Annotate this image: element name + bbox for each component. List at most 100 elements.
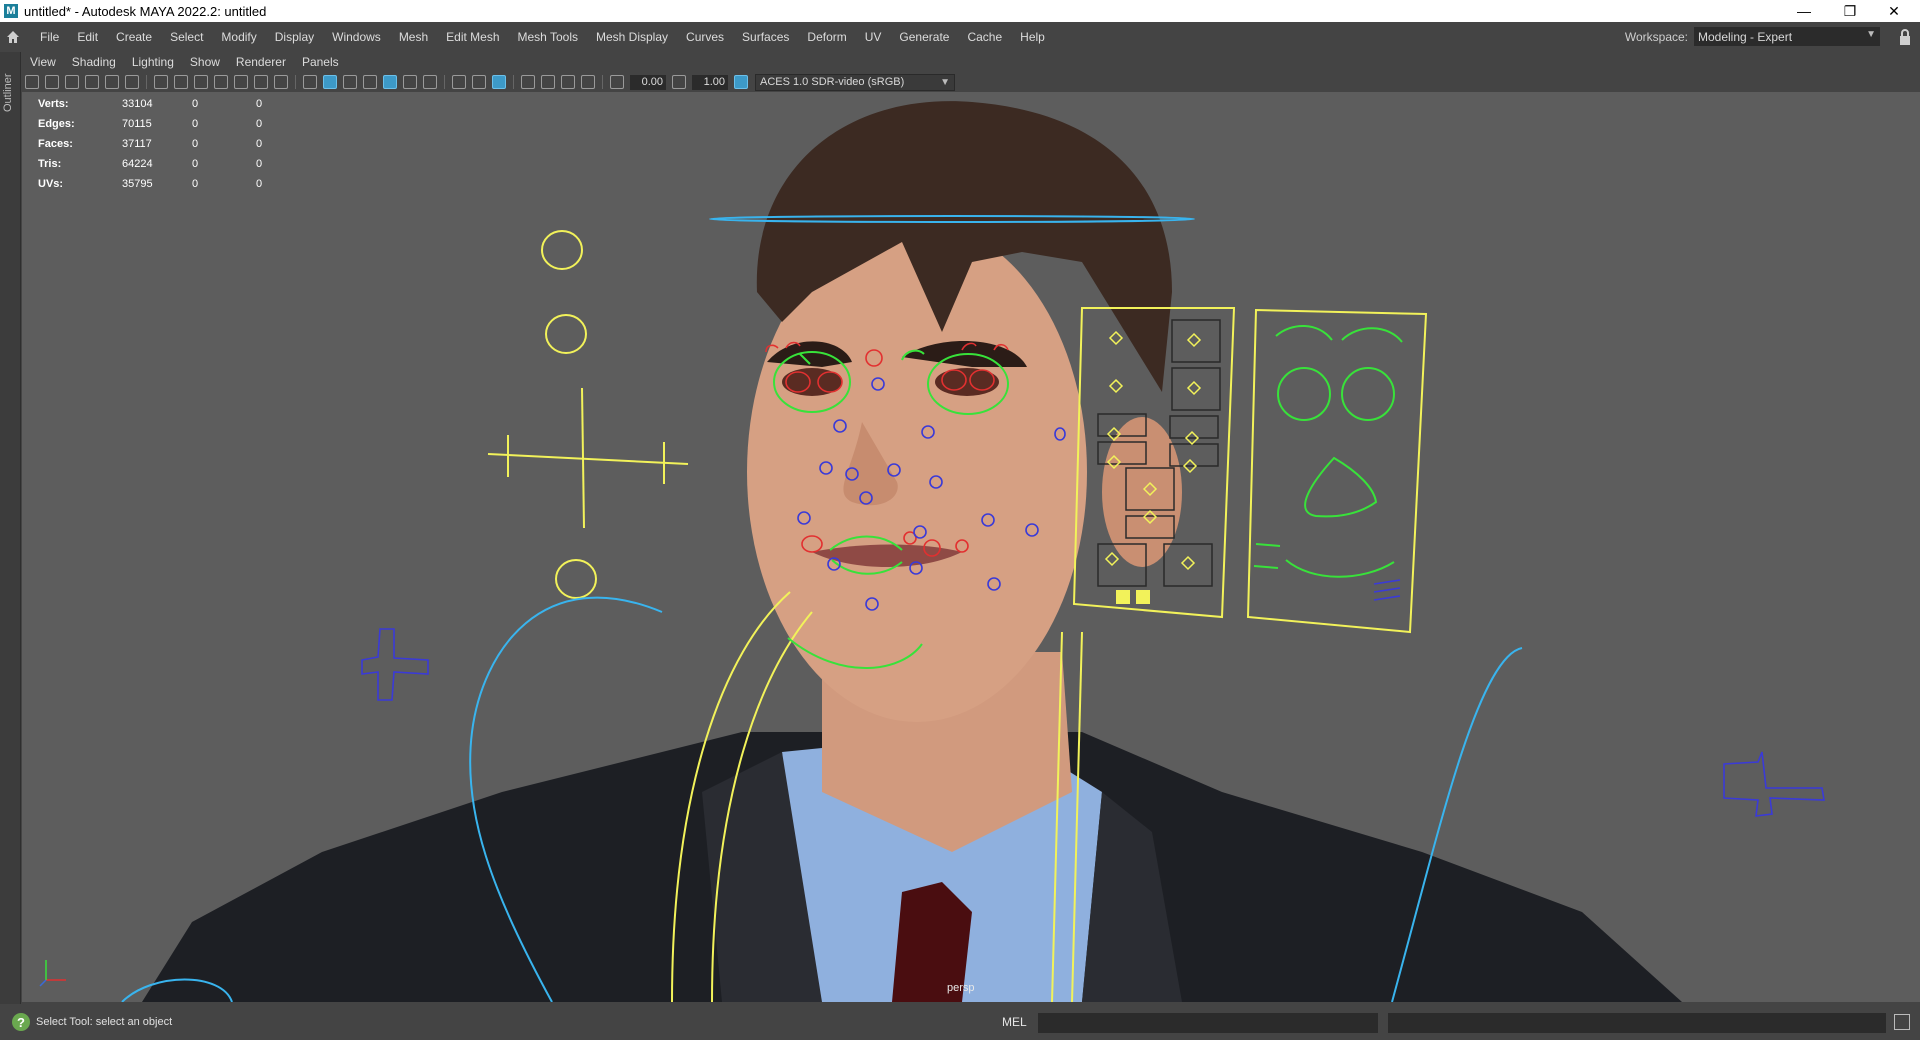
wireframe-on-shaded-icon[interactable] [363, 75, 377, 89]
help-question-icon: ? [12, 1013, 30, 1031]
face-gui-toggle-a [1116, 590, 1130, 604]
safe-action-icon[interactable] [254, 75, 268, 89]
textured-icon[interactable] [383, 75, 397, 89]
menu-uv[interactable]: UV [857, 22, 892, 52]
menu-surfaces[interactable]: Surfaces [734, 22, 799, 52]
xray-icon[interactable] [541, 75, 555, 89]
menu-display[interactable]: Display [267, 22, 324, 52]
panel-menu-shading[interactable]: Shading [64, 52, 124, 72]
minimize-icon[interactable]: — [1782, 0, 1826, 22]
menu-cache[interactable]: Cache [959, 22, 1012, 52]
view-axis-icon [39, 960, 66, 987]
menu-help[interactable]: Help [1012, 22, 1055, 52]
select-camera-icon[interactable] [25, 75, 39, 89]
wireframe-icon[interactable] [303, 75, 317, 89]
panel-menu-renderer[interactable]: Renderer [228, 52, 294, 72]
menu-generate[interactable]: Generate [891, 22, 959, 52]
xray-joints-icon[interactable] [561, 75, 575, 89]
two-d-pan-icon[interactable] [105, 75, 119, 89]
screen-space-ao-icon[interactable] [452, 75, 466, 89]
poly-count-hud: Verts: 33104 0 0 Edges: 70115 0 0 Faces:… [38, 94, 296, 194]
hud-value: 0 [256, 178, 263, 190]
menu-deform[interactable]: Deform [799, 22, 856, 52]
menu-create[interactable]: Create [108, 22, 162, 52]
chevron-down-icon: ▼ [1866, 29, 1876, 40]
menu-modify[interactable]: Modify [213, 22, 266, 52]
command-result-field [1388, 1013, 1886, 1033]
command-language-toggle[interactable]: MEL [1002, 1015, 1027, 1029]
menu-select[interactable]: Select [162, 22, 213, 52]
camera-attributes-icon[interactable] [45, 75, 59, 89]
camera-name-label: persp [947, 982, 975, 994]
field-chart-icon[interactable] [234, 75, 248, 89]
window-title: untitled* - Autodesk MAYA 2022.2: untitl… [24, 3, 267, 19]
script-editor-icon[interactable] [1894, 1014, 1910, 1030]
workspace-selector: Workspace: Modeling - Expert ▼ [1625, 27, 1880, 46]
outliner-strip[interactable]: Outliner [0, 52, 21, 1004]
xray-components-icon[interactable] [581, 75, 595, 89]
panel-menubar: View Shading Lighting Show Renderer Pane… [22, 52, 1920, 72]
panel-menu-lighting[interactable]: Lighting [124, 52, 182, 72]
safe-title-icon[interactable] [274, 75, 288, 89]
hud-row-verts: Verts: 33104 0 0 [38, 94, 296, 114]
panel-menu-show[interactable]: Show [182, 52, 228, 72]
gamma-icon[interactable] [672, 75, 686, 89]
panel-menu-view[interactable]: View [22, 52, 64, 72]
isolate-select-icon[interactable] [521, 75, 535, 89]
hud-row-uvs: UVs: 35795 0 0 [38, 174, 296, 194]
toolbar-divider [146, 75, 147, 89]
toolbar-divider [444, 75, 445, 89]
hud-label: Verts: [38, 98, 69, 110]
color-space-dropdown[interactable]: ACES 1.0 SDR-video (sRGB) ▼ [755, 73, 955, 91]
outliner-tab-label[interactable]: Outliner [2, 73, 14, 112]
hud-value: 33104 [122, 98, 153, 110]
smooth-shade-icon[interactable] [323, 75, 337, 89]
menu-mesh-tools[interactable]: Mesh Tools [510, 22, 588, 52]
hud-value: 0 [256, 98, 263, 110]
shadows-icon[interactable] [423, 75, 437, 89]
panel-menu-panels[interactable]: Panels [294, 52, 347, 72]
main-menubar: File Edit Create Select Modify Display W… [0, 22, 1920, 52]
hud-value: 35795 [122, 178, 153, 190]
menu-edit-mesh[interactable]: Edit Mesh [438, 22, 509, 52]
menu-file[interactable]: File [32, 22, 69, 52]
menu-curves[interactable]: Curves [678, 22, 734, 52]
hud-value: 0 [192, 158, 199, 170]
toolbar-divider [602, 75, 603, 89]
image-plane-icon[interactable] [85, 75, 99, 89]
grease-pencil-icon[interactable] [125, 75, 139, 89]
toolbar-divider [513, 75, 514, 89]
grid-icon[interactable] [154, 75, 168, 89]
workspace-dropdown[interactable]: Modeling - Expert ▼ [1694, 27, 1880, 46]
gamma-field[interactable]: 1.00 [692, 74, 728, 90]
hud-value: 37117 [122, 138, 152, 150]
default-material-icon[interactable] [343, 75, 357, 89]
film-gate-icon[interactable] [174, 75, 188, 89]
color-management-icon[interactable] [734, 75, 748, 89]
help-line-text: Select Tool: select an object [36, 1016, 173, 1028]
menu-windows[interactable]: Windows [324, 22, 391, 52]
exposure-icon[interactable] [610, 75, 624, 89]
scene-render[interactable] [22, 92, 1920, 1002]
hud-value: 0 [256, 158, 263, 170]
toolbar-divider [295, 75, 296, 89]
home-icon[interactable] [0, 22, 26, 52]
gate-mask-icon[interactable] [214, 75, 228, 89]
viewport-persp[interactable]: Verts: 33104 0 0 Edges: 70115 0 0 Faces:… [22, 92, 1920, 1002]
hud-value: 0 [192, 138, 199, 150]
motion-blur-icon[interactable] [472, 75, 486, 89]
menu-mesh-display[interactable]: Mesh Display [588, 22, 678, 52]
close-icon[interactable]: ✕ [1872, 0, 1916, 22]
hud-row-tris: Tris: 64224 0 0 [38, 154, 296, 174]
color-space-value: ACES 1.0 SDR-video (sRGB) [760, 75, 905, 88]
menu-mesh[interactable]: Mesh [391, 22, 438, 52]
anti-aliasing-icon[interactable] [492, 75, 506, 89]
command-line-input[interactable] [1038, 1013, 1378, 1033]
resolution-gate-icon[interactable] [194, 75, 208, 89]
use-all-lights-icon[interactable] [403, 75, 417, 89]
bookmark-icon[interactable] [65, 75, 79, 89]
lock-icon[interactable] [1898, 27, 1912, 47]
restore-icon[interactable]: ❐ [1828, 0, 1872, 22]
exposure-field[interactable]: 0.00 [630, 74, 666, 90]
menu-edit[interactable]: Edit [69, 22, 108, 52]
